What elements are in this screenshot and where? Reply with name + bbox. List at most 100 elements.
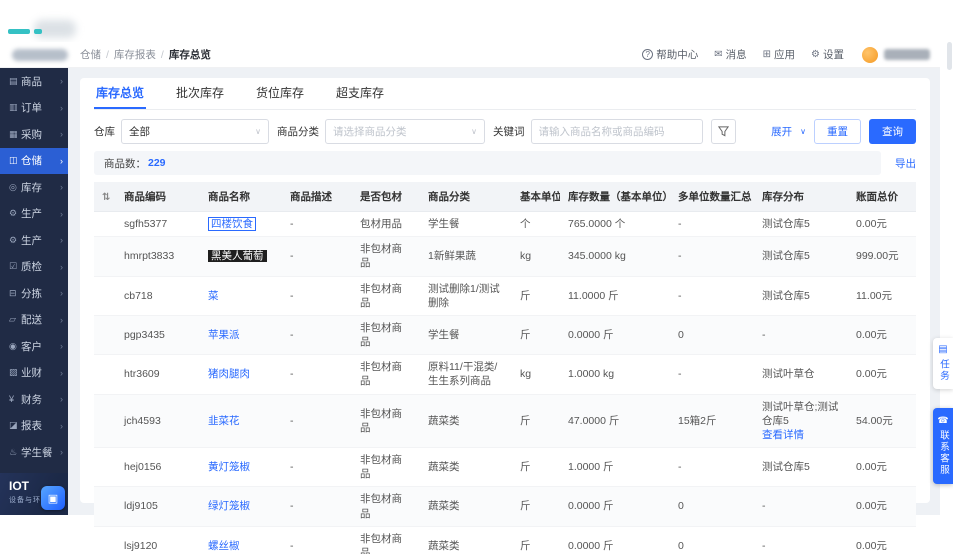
avg-price-cell: 0.00元 bbox=[910, 526, 916, 554]
sidebar-item-production-1[interactable]: ⚙ 生产 › bbox=[0, 201, 68, 228]
product-code-cell: cb718 bbox=[116, 276, 200, 316]
sidebar-item-student-meal[interactable]: ♨ 学生餐 › bbox=[0, 439, 68, 466]
product-name-link[interactable]: 苹果派 bbox=[208, 329, 240, 341]
search-button[interactable]: 查询 bbox=[869, 119, 916, 144]
packaging-type-cell: 非包材商品 bbox=[352, 447, 420, 488]
column-header[interactable]: 库存分布 bbox=[754, 182, 848, 212]
multi-unit-qty-cell: - bbox=[670, 447, 754, 488]
breadcrumb-item[interactable]: 仓储 bbox=[80, 47, 101, 62]
product-desc-cell: - bbox=[282, 447, 352, 488]
export-link[interactable]: 导出 bbox=[895, 156, 916, 171]
product-name-link[interactable]: 螺丝椒 bbox=[208, 540, 240, 552]
chevron-right-icon: › bbox=[60, 288, 63, 299]
sidebar-item-inventory[interactable]: ◎ 库存 › bbox=[0, 174, 68, 201]
product-desc-cell: - bbox=[282, 354, 352, 395]
product-name-cell: 猪肉腿肉 bbox=[200, 354, 282, 395]
floating-customer-service-widget[interactable]: ☎ 联系客服 bbox=[933, 408, 953, 484]
sidebar-item-delivery[interactable]: ▱ 配送 › bbox=[0, 307, 68, 334]
tab-inventory-overview[interactable]: 库存总览 bbox=[94, 78, 147, 109]
orders-icon: ▥ bbox=[9, 102, 18, 113]
reset-button[interactable]: 重置 bbox=[814, 119, 861, 144]
breadcrumb-item[interactable]: 库存总览 bbox=[169, 47, 211, 62]
column-header[interactable]: 账面总价 bbox=[848, 182, 910, 212]
summary-row: 商品数： 229 导出 bbox=[94, 151, 916, 175]
product-name-cell: 螺丝椒 bbox=[200, 526, 282, 554]
category-cell: 学生餐 bbox=[420, 211, 512, 238]
stock-qty-cell: 11.0000 斤 bbox=[560, 276, 670, 316]
distribution-text: 测试仓库5 bbox=[762, 250, 810, 263]
product-name-link[interactable]: 四楼饮食 bbox=[208, 217, 256, 231]
sidebar-item-goods[interactable]: ▤ 商品 › bbox=[0, 68, 68, 95]
column-header[interactable]: 商品分类 bbox=[420, 182, 512, 212]
category-filter: 商品分类 请选择商品分类 ∨ bbox=[277, 119, 485, 144]
sidebar-item-purchase[interactable]: ▦ 采购 › bbox=[0, 121, 68, 148]
chevron-down-icon: ∨ bbox=[255, 127, 261, 136]
sorting-icon: ⊟ bbox=[9, 287, 17, 298]
category-cell: 测试删除1/测试删除 bbox=[420, 276, 512, 316]
column-settings-icon[interactable]: ⇅ bbox=[102, 192, 110, 203]
sidebar-item-customers[interactable]: ◉ 客户 › bbox=[0, 333, 68, 360]
sidebar-item-finance[interactable]: ¥ 财务 › bbox=[0, 386, 68, 413]
tab-overdraft-inventory[interactable]: 超支库存 bbox=[334, 78, 386, 109]
table-row: ldj9105绿灯笼椒-非包材商品蔬菜类斤0.0000 斤0-0.00元0.00… bbox=[94, 486, 916, 527]
sidebar-item-label: 质检 bbox=[21, 261, 42, 274]
column-header[interactable]: 多单位数量汇总 bbox=[670, 182, 754, 212]
product-name-link[interactable]: 菜 bbox=[208, 290, 219, 302]
topbar-actions: ? 帮助中心 ✉ 消息 ⊞ 应用 ⚙ 设置 bbox=[642, 47, 844, 62]
distribution-cell: 测试仓库5 bbox=[754, 447, 848, 488]
column-header[interactable]: 商品名称 bbox=[200, 182, 282, 212]
tab-batch-inventory[interactable]: 批次库存 bbox=[174, 78, 226, 109]
avatar[interactable] bbox=[862, 46, 878, 63]
topbar-action-messages[interactable]: ✉ 消息 bbox=[714, 47, 746, 62]
chevron-right-icon: › bbox=[60, 129, 63, 140]
content-card: 库存总览 批次库存 货位库存 超支库存 仓库 全部 ∨ 商品分类 请选择商品分类… bbox=[80, 78, 930, 554]
product-name-link[interactable]: 黑美人葡萄 bbox=[208, 250, 267, 263]
multi-unit-qty-cell: 15箱2斤 bbox=[670, 394, 754, 449]
packaging-type-cell: 包材用品 bbox=[352, 211, 420, 238]
product-name-link[interactable]: 绿灯笼椒 bbox=[208, 500, 250, 512]
breadcrumb-item[interactable]: 库存报表 bbox=[114, 47, 156, 62]
product-desc-cell: - bbox=[282, 315, 352, 356]
expand-filters-link[interactable]: 展开 ∨ bbox=[771, 124, 806, 139]
iot-device-icon[interactable]: ▣ bbox=[41, 486, 65, 510]
chevron-right-icon: › bbox=[60, 208, 63, 219]
filter-funnel-button[interactable] bbox=[710, 119, 736, 144]
browser-scrollbar[interactable] bbox=[947, 42, 952, 70]
column-header[interactable]: 库存均价 bbox=[910, 182, 916, 212]
sidebar-item-quality-check[interactable]: ☑ 质检 › bbox=[0, 254, 68, 281]
column-header[interactable]: 是否包材 bbox=[352, 182, 420, 212]
sidebar-item-orders[interactable]: ▥ 订单 › bbox=[0, 95, 68, 122]
table-row: sgfh5377 四楼饮食 - 包材用品 学生餐个 765.0000 个 - 测试仓库5 0.0… bbox=[94, 211, 916, 238]
funnel-icon bbox=[717, 126, 729, 137]
sidebar-item-label: 生产 bbox=[21, 234, 42, 247]
warehouse-select[interactable]: 全部 ∨ bbox=[121, 119, 269, 144]
product-name-link[interactable]: 黄灯笼椒 bbox=[208, 461, 250, 473]
floating-tasks-widget[interactable]: ▤ 任务 bbox=[933, 338, 953, 389]
product-code-cell: pgp3435 bbox=[116, 315, 200, 356]
sidebar-item-production-2[interactable]: ⚙ 生产 › bbox=[0, 227, 68, 254]
distribution-cell: - bbox=[754, 315, 848, 356]
topbar-action-settings[interactable]: ⚙ 设置 bbox=[811, 47, 844, 62]
topbar-action-help-center[interactable]: ? 帮助中心 bbox=[642, 47, 698, 62]
topbar-action-apps[interactable]: ⊞ 应用 bbox=[763, 47, 795, 62]
tab-location-inventory[interactable]: 货位库存 bbox=[254, 78, 306, 109]
topbar-action-label: 设置 bbox=[823, 49, 844, 61]
category-select[interactable]: 请选择商品分类 ∨ bbox=[325, 119, 485, 144]
product-name-link[interactable]: 猪肉腿肉 bbox=[208, 368, 250, 380]
sidebar-item-warehouse[interactable]: ◫ 仓储 › bbox=[0, 147, 68, 174]
product-name-link[interactable]: 韭菜花 bbox=[208, 415, 240, 427]
column-header[interactable]: 商品描述 bbox=[282, 182, 352, 212]
column-header[interactable]: 基本单位 bbox=[512, 182, 560, 212]
sidebar-item-sorting[interactable]: ⊟ 分拣 › bbox=[0, 280, 68, 307]
base-unit-cell: 斤 bbox=[512, 526, 560, 554]
sidebar-item-reports[interactable]: ◪ 报表 › bbox=[0, 413, 68, 440]
sidebar-item-business-finance[interactable]: ▨ 业财 › bbox=[0, 360, 68, 387]
topbar-action-label: 消息 bbox=[725, 49, 747, 61]
column-header[interactable]: 库存数量（基本单位） bbox=[560, 182, 670, 212]
iot-panel[interactable]: IOT 设备与环境 ▣ bbox=[0, 473, 68, 515]
user-box[interactable] bbox=[862, 46, 930, 63]
packaging-type-cell: 非包材商品 bbox=[352, 276, 420, 316]
view-detail-link[interactable]: 查看详情 bbox=[762, 428, 840, 442]
column-header[interactable]: 商品编码 bbox=[116, 182, 200, 212]
keyword-input[interactable] bbox=[530, 119, 703, 144]
